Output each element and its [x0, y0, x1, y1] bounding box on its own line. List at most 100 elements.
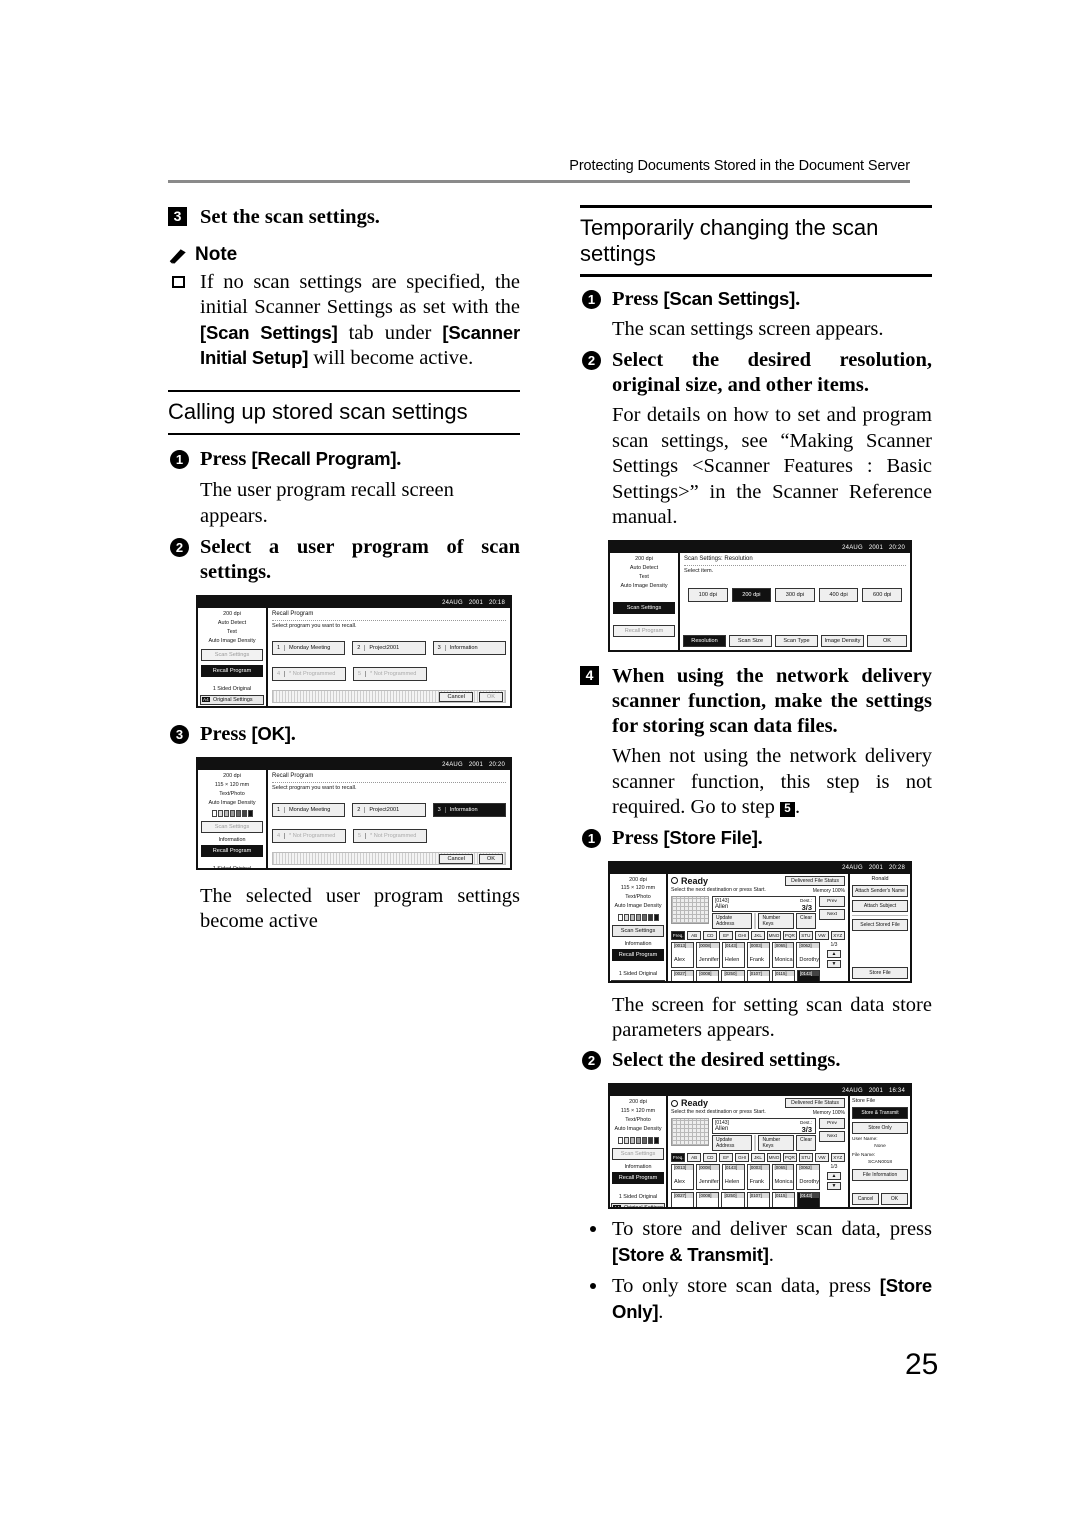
lcd-delivered-file-status-button[interactable]: Delivered File Status	[785, 875, 845, 886]
lcd-attach-senders-name-button[interactable]: Attach Sender's Name	[852, 884, 908, 897]
lcd-alpha-tab[interactable]: EF	[718, 1153, 734, 1163]
lcd-program-button[interactable]: 1 Monday Meeting	[272, 641, 346, 656]
lcd-name-cell-selected[interactable]: [0143]Allen	[796, 1192, 820, 1208]
lcd-alpha-tab[interactable]: XYZ	[830, 930, 845, 940]
lcd-name-cell[interactable]: [0250]Ronald	[721, 969, 745, 981]
lcd-clear-button[interactable]: Clear	[796, 1135, 816, 1152]
lcd-ok-button[interactable]: OK	[867, 635, 907, 648]
lcd-ok-button[interactable]: OK	[881, 1193, 908, 1206]
lcd-tab-scan-type[interactable]: Scan Type	[775, 635, 818, 648]
lcd-store-and-transmit-button[interactable]: Store & Transmit	[852, 1107, 908, 1120]
lcd-select-stored-file-button[interactable]: Select Stored File	[852, 918, 908, 931]
lcd-name-cell[interactable]: [0065] Monica	[771, 941, 795, 968]
lcd-program-button[interactable]: 5 * Not Programmed	[353, 829, 427, 844]
lcd-scan-settings-button[interactable]: Scan Settings	[612, 924, 664, 937]
lcd-store-file-button[interactable]: Store File	[852, 966, 908, 979]
lcd-file-information-button[interactable]: File Information	[852, 1169, 908, 1182]
lcd-alpha-tab[interactable]: STU	[798, 930, 814, 940]
lcd-number-keys-button[interactable]: Number Keys	[758, 912, 795, 929]
scroll-up-icon[interactable]: ▲	[827, 949, 841, 958]
lcd-scan-settings-button[interactable]: Scan Settings	[612, 1147, 664, 1160]
lcd-ok-button[interactable]: OK	[478, 691, 503, 702]
lcd-next-button[interactable]: Next	[819, 1131, 845, 1143]
lcd-name-cell[interactable]: [0143] Helen	[721, 941, 745, 968]
lcd-program-button[interactable]: 3 Information	[432, 641, 506, 656]
lcd-alpha-tab[interactable]: CD	[702, 1153, 718, 1163]
lcd-program-button[interactable]: 5 * Not Programmed	[353, 667, 427, 682]
lcd-update-address-button[interactable]: Update Address	[712, 1135, 753, 1152]
lcd-alpha-tab[interactable]: STU	[798, 1153, 814, 1163]
lcd-alpha-tab[interactable]: XYZ	[830, 1153, 845, 1163]
lcd-alpha-tab[interactable]: Freq.	[671, 930, 686, 940]
lcd-alpha-tab[interactable]: VW	[814, 930, 830, 940]
lcd-resolution-option[interactable]: 300 dpi	[775, 588, 815, 603]
lcd-name-cell[interactable]: [0027]Annette	[671, 969, 695, 981]
lcd-alpha-tab[interactable]: PQR	[782, 1153, 798, 1163]
lcd-alpha-tab[interactable]: AB	[686, 930, 702, 940]
lcd-name-cell[interactable]: [0027]Annette	[671, 1192, 695, 1208]
lcd-name-cell[interactable]: [0107]Sarah	[746, 1192, 770, 1208]
lcd-name-cell[interactable]: [0115]Ethel	[771, 969, 795, 981]
lcd-cancel-button[interactable]: Cancel	[852, 1193, 879, 1206]
lcd-name-cell[interactable]: [0003] Frank	[746, 1164, 770, 1191]
lcd-name-cell[interactable]: [0062] Dorothy	[796, 1164, 820, 1191]
lcd-ok-button[interactable]: OK	[478, 853, 503, 864]
lcd-scan-settings-button[interactable]: Scan Settings	[201, 821, 263, 834]
lcd-name-cell[interactable]: [0115]Ethel	[771, 1192, 795, 1208]
lcd-program-button-selected[interactable]: 3 Information	[432, 803, 506, 818]
lcd-program-button[interactable]: 4 * Not Programmed	[272, 667, 346, 682]
lcd-alpha-tab[interactable]: CD	[702, 930, 718, 940]
lcd-clear-button[interactable]: Clear	[796, 912, 816, 929]
lcd-original-settings-button[interactable]: A4 Original Settings	[611, 1202, 665, 1208]
lcd-name-cell[interactable]: [0143] Helen	[721, 1164, 745, 1191]
lcd-name-cell-selected[interactable]: [0143]Allen	[796, 969, 820, 981]
lcd-name-cell[interactable]: [0008]Jeffrey	[696, 1192, 720, 1208]
lcd-program-button[interactable]: 4 * Not Programmed	[272, 829, 346, 844]
lcd-name-cell[interactable]: [0013] Alex	[671, 1164, 694, 1191]
lcd-update-address-button[interactable]: Update Address	[712, 912, 753, 929]
lcd-recall-program-button[interactable]: Recall Program	[612, 1171, 664, 1184]
lcd-alpha-tab[interactable]: GHI	[734, 930, 750, 940]
lcd-name-cell[interactable]: [0003] Frank	[746, 941, 770, 968]
lcd-program-button[interactable]: 2 Project2001	[352, 803, 426, 818]
lcd-alpha-tab[interactable]: JKL	[750, 1153, 766, 1163]
lcd-tab-resolution[interactable]: Resolution	[683, 635, 726, 648]
lcd-prev-button[interactable]: Prev	[819, 895, 845, 907]
lcd-alpha-tab[interactable]: Freq.	[671, 1153, 686, 1163]
lcd-recall-program-button[interactable]: Recall Program	[613, 624, 675, 637]
lcd-scan-settings-button[interactable]: Scan Settings	[201, 649, 263, 662]
lcd-name-cell[interactable]: [0008] Jennifer	[695, 941, 720, 968]
scroll-down-icon[interactable]: ▼	[827, 959, 841, 968]
lcd-alpha-tab[interactable]: AB	[686, 1153, 702, 1163]
lcd-tab-scan-size[interactable]: Scan Size	[729, 635, 772, 648]
lcd-alpha-tab[interactable]: GHI	[734, 1153, 750, 1163]
lcd-resolution-option-selected[interactable]: 200 dpi	[731, 588, 772, 603]
lcd-name-cell[interactable]: [0013] Alex	[671, 941, 694, 968]
lcd-name-cell[interactable]: [0107]Sarah	[746, 969, 770, 981]
lcd-original-settings-button[interactable]: A4 Original Settings	[611, 979, 665, 981]
lcd-recall-program-button[interactable]: Recall Program	[201, 845, 263, 858]
lcd-recall-program-button[interactable]: Recall Program	[612, 948, 664, 961]
lcd-next-button[interactable]: Next	[819, 908, 845, 920]
lcd-delivered-file-status-button[interactable]: Delivered File Status	[785, 1098, 845, 1109]
lcd-cancel-button[interactable]: Cancel	[439, 853, 473, 864]
lcd-prev-button[interactable]: Prev	[819, 1118, 845, 1130]
lcd-alpha-tab[interactable]: PQR	[782, 930, 798, 940]
lcd-alpha-tab[interactable]: MNO	[766, 1153, 782, 1163]
lcd-original-settings-button[interactable]: A4 Original Settings	[200, 695, 264, 706]
lcd-program-button[interactable]: 1 Monday Meeting	[272, 803, 346, 818]
lcd-number-keys-button[interactable]: Number Keys	[758, 1135, 795, 1152]
lcd-alpha-tab[interactable]: JKL	[750, 930, 766, 940]
lcd-name-cell[interactable]: [0008]Jeffrey	[696, 969, 720, 981]
lcd-alpha-tab[interactable]: MNO	[766, 930, 782, 940]
lcd-alpha-tab[interactable]: EF	[718, 930, 734, 940]
lcd-recall-program-button[interactable]: Recall Program	[201, 665, 263, 678]
lcd-attach-subject-button[interactable]: Attach Subject	[852, 899, 908, 912]
lcd-name-cell[interactable]: [0062] Dorothy	[796, 941, 820, 968]
lcd-name-cell[interactable]: [0250]Ronald	[721, 1192, 745, 1208]
scroll-up-icon[interactable]: ▲	[827, 1172, 841, 1181]
lcd-resolution-option[interactable]: 400 dpi	[818, 588, 859, 603]
lcd-name-cell[interactable]: [0065] Monica	[771, 1164, 795, 1191]
lcd-store-only-button[interactable]: Store Only	[852, 1122, 908, 1135]
lcd-name-cell[interactable]: [0008] Jennifer	[695, 1164, 720, 1191]
